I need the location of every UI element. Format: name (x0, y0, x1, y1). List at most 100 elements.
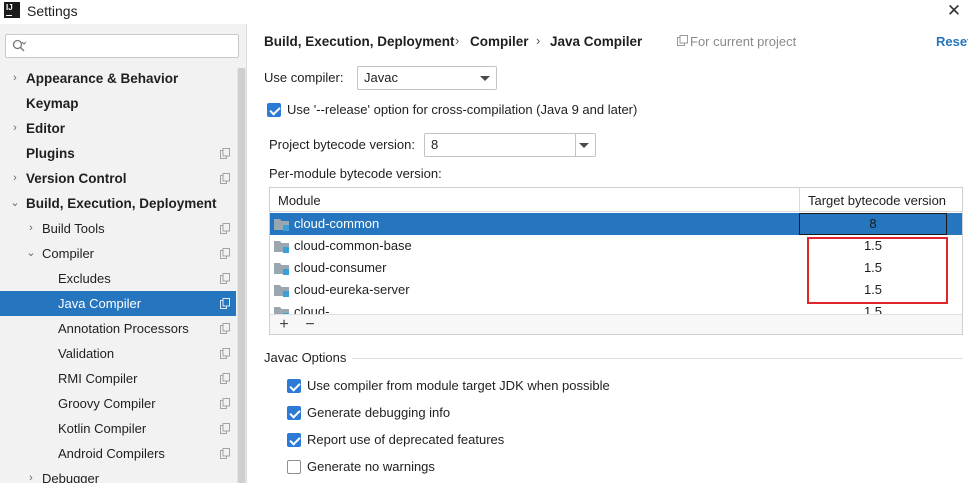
sidebar-item-label: Excludes (58, 271, 111, 286)
intellij-app-icon: IJ (4, 2, 20, 18)
javac-option-label: Use compiler from module target JDK when… (307, 378, 610, 393)
sidebar-item[interactable]: ⌄ Build, Execution, Deployment (0, 191, 236, 216)
javac-options-title: Javac Options (264, 350, 347, 365)
project-scope-icon (677, 35, 688, 46)
chevron-down-icon[interactable]: ⌄ (26, 241, 36, 266)
reset-link[interactable]: Reset (936, 34, 968, 49)
table-row[interactable]: cloud-common 8 (270, 213, 962, 235)
javac-option-label: Report use of deprecated features (307, 432, 505, 447)
target-bytecode-version[interactable]: 1.5 (799, 279, 947, 301)
window-title: Settings (27, 3, 78, 19)
project-level-icon (220, 373, 230, 384)
breadcrumb-compiler[interactable]: Compiler (470, 34, 529, 49)
project-level-icon (220, 423, 230, 434)
module-folder-icon (274, 219, 289, 231)
use-compiler-select[interactable]: Javac (357, 66, 497, 90)
sidebar-item-label: Kotlin Compiler (58, 421, 147, 436)
per-module-label: Per-module bytecode version: (269, 166, 442, 181)
sidebar-item[interactable]: Kotlin Compiler (0, 416, 236, 441)
sidebar-item-label: Annotation Processors (58, 321, 189, 336)
sidebar-item[interactable]: Annotation Processors (0, 316, 236, 341)
module-bytecode-table: Module Target bytecode version cloud-com… (269, 187, 963, 335)
module-folder-icon (274, 285, 289, 297)
column-header-target-version[interactable]: Target bytecode version (808, 193, 946, 208)
sidebar-scrollbar[interactable] (237, 68, 246, 483)
module-name: cloud-eureka-server (294, 282, 410, 297)
sidebar-item[interactable]: Plugins (0, 141, 236, 166)
table-toolbar: + − (270, 314, 962, 334)
breadcrumb-java-compiler: Java Compiler (550, 34, 643, 49)
project-level-icon (220, 448, 230, 459)
target-bytecode-version[interactable]: 1.5 (799, 257, 947, 279)
chevron-right-icon[interactable]: › (10, 166, 20, 191)
javac-option-label: Generate debugging info (307, 405, 451, 420)
javac-option-checkbox[interactable] (287, 433, 301, 447)
javac-option-checkbox[interactable] (287, 460, 301, 474)
target-bytecode-version[interactable]: 1.5 (799, 235, 947, 257)
project-bytecode-select[interactable]: 8 (424, 133, 596, 157)
chevron-right-icon[interactable]: › (26, 466, 36, 483)
sidebar-item[interactable]: Validation (0, 341, 236, 366)
sidebar-item[interactable]: › Appearance & Behavior (0, 66, 236, 91)
close-icon[interactable]: ✕ (945, 2, 963, 20)
table-row[interactable]: cloud-eureka-server 1.5 (270, 279, 962, 301)
add-module-button[interactable]: + (275, 316, 293, 334)
chevron-down-icon (579, 143, 589, 148)
chevron-right-icon[interactable]: › (10, 66, 20, 91)
javac-option-checkbox[interactable] (287, 379, 301, 393)
settings-search-input[interactable] (36, 37, 236, 55)
sidebar-item-label: Appearance & Behavior (26, 71, 179, 86)
sidebar-item[interactable]: Excludes (0, 266, 236, 291)
sidebar-item-label: Groovy Compiler (58, 396, 156, 411)
sidebar-item[interactable]: ⌄ Compiler (0, 241, 236, 266)
project-bytecode-label: Project bytecode version: (269, 137, 415, 152)
sidebar-item-label: Build Tools (42, 221, 105, 236)
breadcrumb-separator: › (455, 33, 460, 48)
sidebar-item-label: RMI Compiler (58, 371, 138, 386)
module-folder-icon (274, 241, 289, 253)
sidebar-item[interactable]: Groovy Compiler (0, 391, 236, 416)
chevron-right-icon[interactable]: › (26, 216, 36, 241)
project-level-icon (220, 398, 230, 409)
sidebar-item[interactable]: › Editor (0, 116, 236, 141)
sidebar-item-label: Version Control (26, 171, 127, 186)
chevron-down-icon[interactable]: ⌄ (10, 191, 20, 216)
project-level-icon (220, 223, 230, 234)
project-level-icon (220, 148, 230, 159)
project-scope-label: For current project (690, 34, 797, 49)
sidebar-item[interactable]: › Version Control (0, 166, 236, 191)
sidebar-item[interactable]: Keymap (0, 91, 236, 116)
sidebar-item[interactable]: Java Compiler (0, 291, 236, 316)
breadcrumb-separator: › (536, 33, 541, 48)
sidebar-item[interactable]: Android Compilers (0, 441, 236, 466)
breadcrumb-build-execution-deployment[interactable]: Build, Execution, Deployment (264, 34, 455, 49)
project-level-icon (220, 323, 230, 334)
sidebar-item-label: Editor (26, 121, 65, 136)
settings-search-box[interactable] (5, 34, 239, 58)
chevron-right-icon[interactable]: › (10, 116, 20, 141)
release-option-checkbox[interactable] (267, 103, 281, 117)
target-bytecode-version[interactable]: 8 (799, 213, 947, 235)
module-name: cloud-common (294, 216, 380, 231)
table-header: Module Target bytecode version (270, 188, 962, 212)
module-name: cloud-common-base (294, 238, 412, 253)
sidebar-item-label: Compiler (42, 246, 95, 261)
sidebar-item[interactable]: › Build Tools (0, 216, 236, 241)
chevron-down-icon (480, 76, 490, 81)
column-header-module[interactable]: Module (278, 193, 321, 208)
project-level-icon (220, 248, 230, 259)
column-divider (799, 188, 800, 212)
sidebar-item-label: Build, Execution, Deployment (26, 196, 217, 211)
sidebar-item-label: Debugger (42, 471, 100, 483)
sidebar-item[interactable]: RMI Compiler (0, 366, 236, 391)
settings-sidebar: › Appearance & Behavior Keymap › Editor Plugi… (0, 24, 247, 483)
project-bytecode-value: 8 (431, 137, 439, 152)
javac-option-checkbox[interactable] (287, 406, 301, 420)
sidebar-item[interactable]: › Debugger (0, 466, 236, 483)
remove-module-button[interactable]: − (301, 316, 319, 334)
table-row[interactable]: cloud-consumer 1.5 (270, 257, 962, 279)
table-row[interactable]: cloud-common-base 1.5 (270, 235, 962, 257)
sidebar-item-label: Validation (58, 346, 115, 361)
project-level-icon (220, 173, 230, 184)
sidebar-scroll-thumb[interactable] (238, 68, 245, 483)
